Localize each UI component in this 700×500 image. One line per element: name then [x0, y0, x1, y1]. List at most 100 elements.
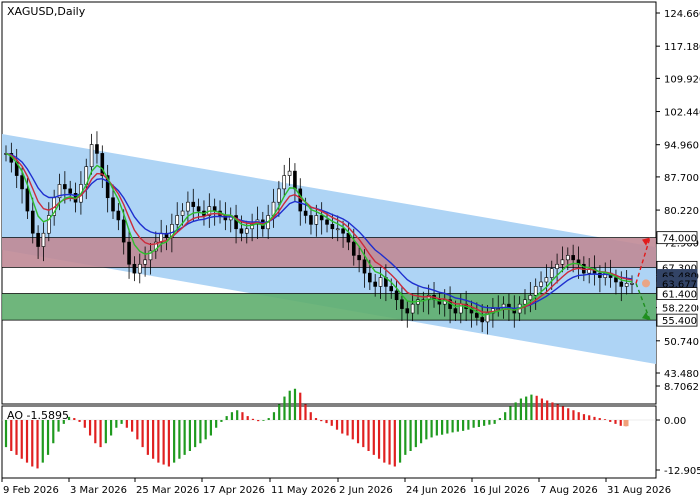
x-tick-label: 3 Mar 2026: [70, 485, 127, 496]
ao-bar: [309, 412, 312, 420]
ao-bar: [314, 418, 318, 420]
ao-tick-label: 8.7062: [664, 382, 699, 393]
ao-bar: [393, 420, 396, 467]
ao-bar: [335, 420, 339, 430]
ao-bar: [425, 420, 428, 440]
ao-bar: [225, 416, 228, 420]
ao-bar: [430, 420, 433, 438]
ao-bar: [25, 420, 29, 463]
ao-bar: [304, 404, 307, 420]
ao-current-bar: [623, 420, 629, 427]
support-zone: [2, 293, 656, 321]
ao-bar: [356, 420, 360, 444]
ao-bar: [299, 392, 302, 420]
ao-bar: [230, 412, 234, 420]
ao-bar: [567, 408, 570, 420]
candle-body: [282, 175, 287, 190]
ao-bar: [404, 420, 407, 455]
ao-bar: [183, 420, 186, 455]
ao-bar: [173, 420, 176, 463]
x-tick-label: 31 Aug 2026: [607, 485, 671, 496]
ao-bar: [283, 396, 286, 420]
ao-bar: [540, 398, 544, 420]
ao-bar: [546, 400, 549, 420]
candle-body: [619, 281, 624, 287]
price-tag-label: 61.400: [662, 290, 697, 301]
candle-body: [244, 228, 249, 234]
candle-body: [325, 219, 329, 225]
ao-bar: [94, 420, 97, 444]
price-tag-label: 58.220: [662, 304, 697, 315]
ao-bar: [603, 419, 607, 420]
candle-body: [475, 312, 479, 318]
ao-bar: [115, 420, 118, 428]
ao-bar: [609, 420, 612, 422]
ao-bar: [73, 418, 76, 420]
ao-bar: [582, 414, 586, 420]
candle-body: [127, 241, 131, 265]
ao-bar: [236, 410, 239, 420]
ao-bar: [262, 420, 265, 421]
candle-body: [309, 215, 313, 225]
ao-bar: [341, 420, 344, 434]
ao-bar: [377, 420, 381, 459]
ao-bar: [619, 420, 622, 426]
ao-bar: [493, 420, 496, 424]
resistance-zone: [2, 237, 656, 268]
candle-body: [36, 232, 40, 247]
candle-body: [212, 206, 217, 212]
candle-body: [30, 210, 35, 234]
ao-bar: [614, 420, 617, 424]
candle-body: [351, 241, 356, 256]
ao-bar: [367, 420, 370, 451]
ao-bar: [556, 404, 559, 420]
ao-bar: [178, 420, 181, 459]
ao-bar: [104, 420, 107, 444]
candle-body: [41, 232, 46, 247]
candle-body: [560, 259, 565, 265]
ao-bar: [36, 420, 39, 469]
ao-bar: [388, 420, 391, 465]
ao-bar: [467, 420, 470, 430]
ao-bar: [498, 418, 501, 420]
ao-bar: [451, 420, 454, 433]
price-tag-label: 74.000: [662, 234, 697, 245]
ao-bar: [330, 420, 333, 426]
x-tick-label: 2 Jun 2026: [339, 485, 393, 496]
candle-body: [330, 224, 335, 230]
chart-title: XAGUSD,Daily: [7, 5, 86, 18]
ao-bar: [120, 420, 123, 424]
candle-body: [239, 228, 244, 234]
price-tag-label: 55.400: [662, 316, 697, 327]
candle-body: [378, 277, 383, 287]
ao-bar: [4, 420, 8, 448]
candle-body: [389, 286, 394, 292]
candle-body: [549, 268, 554, 278]
ao-bar: [477, 420, 480, 427]
candle-body: [293, 170, 297, 190]
ao-bar: [504, 412, 507, 420]
x-tick-label: 17 Apr 2026: [203, 485, 265, 496]
candle-body: [121, 219, 126, 243]
candle-body: [571, 255, 575, 261]
y-tick-label: 124.660: [664, 9, 700, 20]
ao-bar: [209, 420, 213, 436]
candle-body: [357, 255, 361, 261]
ao-bar: [320, 420, 323, 422]
ao-bar: [593, 416, 596, 420]
candle-body: [277, 188, 281, 203]
candle-body: [373, 281, 377, 287]
ao-bar: [188, 420, 191, 451]
candle-body: [111, 197, 115, 212]
y-tick-label: 43.480: [664, 369, 699, 380]
current-price-dot: [642, 279, 650, 288]
candle-body: [362, 259, 367, 274]
ao-tick-label: -12.9053: [664, 466, 700, 477]
ao-bar: [577, 412, 580, 420]
y-tick-label: 87.700: [664, 173, 699, 184]
candle-body: [555, 263, 559, 269]
ao-bar: [220, 420, 223, 422]
ao-bar: [572, 410, 575, 420]
time-axis: 9 Feb 2026 3 Mar 2026 25 Mar 2026 17 Apr 20…: [1, 478, 671, 496]
main-plot: XAGUSD,Daily: [1, 1, 657, 405]
